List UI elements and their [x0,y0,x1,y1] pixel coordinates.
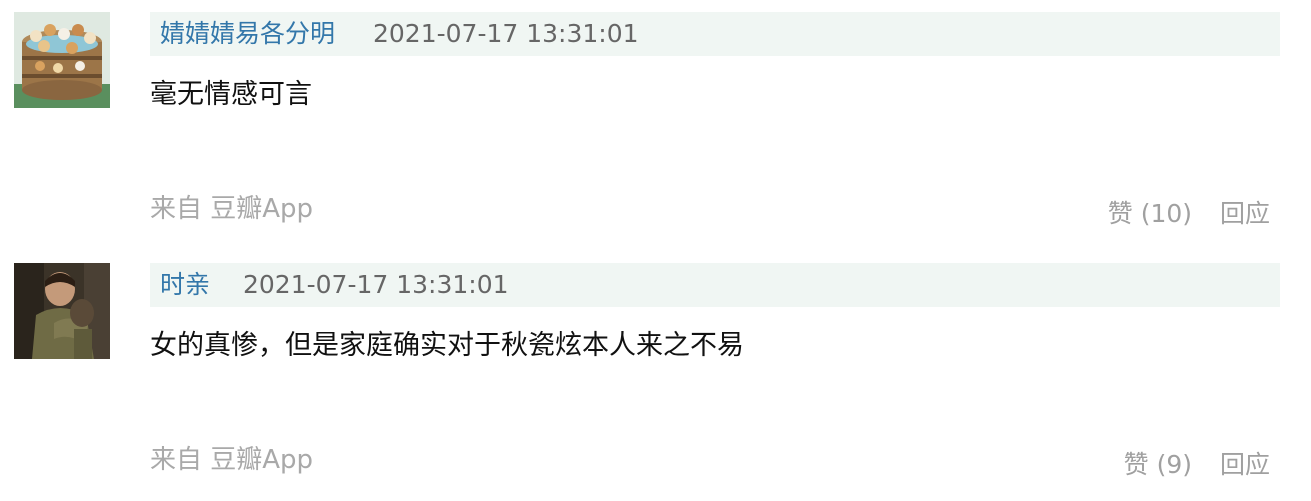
comment-time: 2021-07-17 13:31:01 [243,270,509,299]
comment-source: 来自 豆瓣App [150,445,314,475]
comment-content: 毫无情感可言 [150,79,312,110]
comment-time: 2021-07-17 13:31:01 [373,19,639,48]
author-link[interactable]: 婧婧婧易各分明 [160,19,335,49]
avatar[interactable] [14,12,110,108]
comment-actions: 赞 (10) 回应 [1108,197,1270,231]
comment-header: 时亲 2021-07-17 13:31:01 [150,263,1280,307]
comment-item: 时亲 2021-07-17 13:31:01 女的真惨，但是家庭确实对于秋瓷炫本… [0,251,1311,501]
like-button[interactable]: 赞 (10) [1108,199,1192,228]
comment-source: 来自 豆瓣App [150,194,314,224]
reply-button[interactable]: 回应 [1220,450,1270,479]
comment-item: 婧婧婧易各分明 2021-07-17 13:31:01 毫无情感可言 来自 豆瓣… [0,0,1311,250]
author-link[interactable]: 时亲 [160,270,210,300]
comment-content: 女的真惨，但是家庭确实对于秋瓷炫本人来之不易 [150,330,744,361]
reply-button[interactable]: 回应 [1220,199,1270,228]
avatar-photo-hug-icon [14,263,110,359]
comment-header: 婧婧婧易各分明 2021-07-17 13:31:01 [150,12,1280,56]
comment-actions: 赞 (9) 回应 [1124,448,1270,482]
like-button[interactable]: 赞 (9) [1124,450,1192,479]
avatar[interactable] [14,263,110,359]
avatar-hot-tub-animals-icon [14,12,110,108]
